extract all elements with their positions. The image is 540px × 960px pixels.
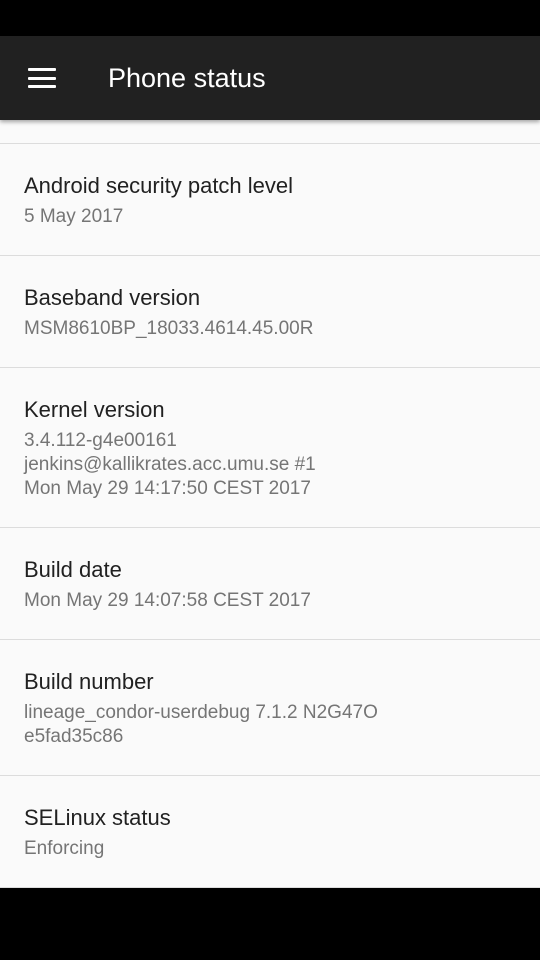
pref-baseband-version[interactable]: Baseband version MSM8610BP_18033.4614.45…: [0, 256, 540, 368]
pref-summary: lineage_condor-userdebug 7.1.2 N2G47O e5…: [24, 702, 378, 747]
pref-security-patch-level[interactable]: Android security patch level 5 May 2017: [0, 144, 540, 256]
pref-summary: 5 May 2017: [24, 206, 124, 227]
menu-button[interactable]: [14, 50, 70, 106]
pref-title: SELinux status: [24, 805, 171, 830]
pref-build-number[interactable]: Build number lineage_condor-userdebug 7.…: [0, 640, 540, 776]
pref-kernel-version[interactable]: Kernel version 3.4.112-g4e00161 jenkins@…: [0, 368, 540, 528]
settings-list[interactable]: Android security patch level 5 May 2017 …: [0, 120, 540, 888]
pref-summary: Enforcing: [24, 838, 105, 859]
status-bar: [0, 0, 540, 36]
pref-summary: 3.4.112-g4e00161 jenkins@kallikrates.acc…: [24, 430, 316, 499]
pref-title: Baseband version: [24, 285, 201, 310]
navigation-bar: [0, 888, 540, 960]
pref-title: Kernel version: [24, 397, 165, 422]
pref-selinux-status[interactable]: SELinux status Enforcing: [0, 776, 540, 888]
pref-summary: MSM8610BP_18033.4614.45.00R: [24, 318, 314, 339]
app-toolbar: Phone status: [0, 36, 540, 120]
pref-build-date[interactable]: Build date Mon May 29 14:07:58 CEST 2017: [0, 528, 540, 640]
list-divider: [0, 120, 540, 144]
hamburger-menu-icon: [28, 68, 56, 88]
pref-title: Build number: [24, 669, 154, 694]
pref-title: Build date: [24, 557, 122, 582]
pref-title: Android security patch level: [24, 173, 294, 198]
page-title: Phone status: [108, 63, 266, 93]
pref-summary: Mon May 29 14:07:58 CEST 2017: [24, 590, 311, 611]
